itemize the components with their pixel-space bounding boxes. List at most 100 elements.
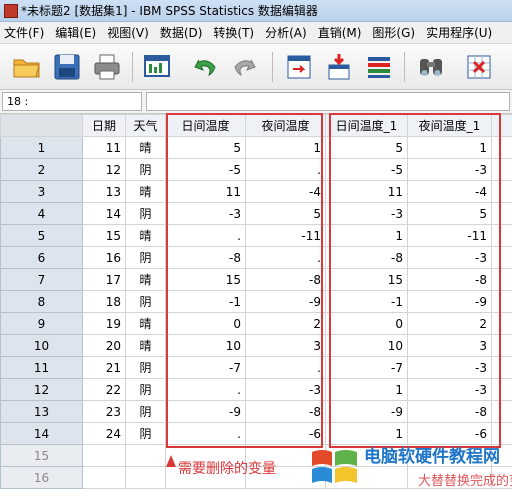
cell-empty[interactable] bbox=[491, 422, 512, 445]
save-button[interactable] bbox=[50, 50, 84, 84]
cell-date[interactable]: 19 bbox=[82, 312, 126, 335]
column-header[interactable]: 夜间温度_1 bbox=[407, 114, 492, 137]
cell-day-temp-1[interactable]: 5 bbox=[325, 136, 408, 159]
cell-date[interactable]: 23 bbox=[82, 400, 126, 423]
cell-night-temp-1[interactable]: -8 bbox=[407, 400, 492, 423]
column-header[interactable]: 日间温度_1 bbox=[325, 114, 408, 137]
cell-date[interactable]: 11 bbox=[82, 136, 126, 159]
cell-night-temp-1[interactable]: -3 bbox=[407, 356, 492, 379]
cell-day-temp[interactable]: 0 bbox=[165, 312, 246, 335]
redo-button[interactable] bbox=[228, 50, 262, 84]
column-header[interactable]: 夜间温度 bbox=[245, 114, 326, 137]
cell-date[interactable]: 15 bbox=[82, 224, 126, 247]
cell-day-temp-1[interactable]: 0 bbox=[325, 312, 408, 335]
cell-empty[interactable] bbox=[491, 268, 512, 291]
column-header[interactable]: 日期 bbox=[82, 114, 126, 137]
cell-empty[interactable] bbox=[491, 378, 512, 401]
cell-night-temp[interactable]: . bbox=[245, 158, 326, 181]
cell-empty[interactable] bbox=[491, 444, 512, 467]
row-header[interactable]: 1 bbox=[0, 136, 83, 159]
cell-empty[interactable] bbox=[491, 136, 512, 159]
cell-empty[interactable] bbox=[491, 246, 512, 269]
variables-button[interactable] bbox=[362, 50, 396, 84]
cell-empty[interactable] bbox=[491, 334, 512, 357]
insert-cases-button[interactable] bbox=[462, 50, 496, 84]
cell-night-temp[interactable]: -8 bbox=[245, 268, 326, 291]
cell-night-temp[interactable]: 3 bbox=[245, 334, 326, 357]
row-header[interactable]: 7 bbox=[0, 268, 83, 291]
cell-day-temp-1[interactable]: -9 bbox=[325, 400, 408, 423]
menu-data[interactable]: 数据(D) bbox=[160, 24, 203, 41]
cell-night-temp[interactable]: -6 bbox=[245, 422, 326, 445]
cell-night-temp[interactable]: -8 bbox=[245, 400, 326, 423]
cell-night-temp-1[interactable]: -11 bbox=[407, 224, 492, 247]
column-header-empty[interactable] bbox=[491, 114, 512, 137]
cell-weather[interactable]: 晴 bbox=[125, 136, 166, 159]
cell-day-temp[interactable]: 10 bbox=[165, 334, 246, 357]
menu-analyze[interactable]: 分析(A) bbox=[265, 24, 307, 41]
cell-day-temp-1[interactable]: -5 bbox=[325, 158, 408, 181]
row-header[interactable]: 12 bbox=[0, 378, 83, 401]
cell-day-temp[interactable]: -3 bbox=[165, 202, 246, 225]
row-header[interactable]: 14 bbox=[0, 422, 83, 445]
cell-weather[interactable]: 阴 bbox=[125, 400, 166, 423]
cell-day-temp-1[interactable]: 15 bbox=[325, 268, 408, 291]
cell-empty[interactable] bbox=[491, 158, 512, 181]
cell-weather[interactable]: 阴 bbox=[125, 356, 166, 379]
cell-day-temp[interactable]: 11 bbox=[165, 180, 246, 203]
cell-night-temp[interactable]: -4 bbox=[245, 180, 326, 203]
menu-utilities[interactable]: 实用程序(U) bbox=[426, 24, 492, 41]
cell-night-temp-1[interactable]: 3 bbox=[407, 334, 492, 357]
row-header[interactable]: 11 bbox=[0, 356, 83, 379]
cell-night-temp[interactable]: . bbox=[245, 356, 326, 379]
column-header[interactable]: 日间温度 bbox=[165, 114, 246, 137]
cell-date[interactable] bbox=[82, 466, 126, 489]
cell-weather[interactable]: 阴 bbox=[125, 422, 166, 445]
cell-weather[interactable]: 晴 bbox=[125, 312, 166, 335]
cell-weather[interactable]: 阴 bbox=[125, 378, 166, 401]
cell-day-temp[interactable]: . bbox=[165, 378, 246, 401]
cell-night-temp[interactable]: -3 bbox=[245, 378, 326, 401]
cell-day-temp-1[interactable]: -1 bbox=[325, 290, 408, 313]
cell-date[interactable]: 20 bbox=[82, 334, 126, 357]
cell-night-temp-1[interactable]: -6 bbox=[407, 422, 492, 445]
cell-night-temp[interactable]: 1 bbox=[245, 136, 326, 159]
cell-night-temp-1[interactable] bbox=[407, 466, 492, 489]
cell-weather[interactable]: 阴 bbox=[125, 290, 166, 313]
cell-date[interactable]: 22 bbox=[82, 378, 126, 401]
cell-weather[interactable]: 晴 bbox=[125, 268, 166, 291]
cell-date[interactable]: 14 bbox=[82, 202, 126, 225]
find-button[interactable] bbox=[414, 50, 448, 84]
row-header[interactable]: 9 bbox=[0, 312, 83, 335]
cell-weather[interactable] bbox=[125, 466, 166, 489]
menu-file[interactable]: 文件(F) bbox=[4, 24, 44, 41]
row-header[interactable]: 13 bbox=[0, 400, 83, 423]
cell-empty[interactable] bbox=[491, 202, 512, 225]
row-header[interactable]: 3 bbox=[0, 180, 83, 203]
cell-date[interactable]: 17 bbox=[82, 268, 126, 291]
menu-edit[interactable]: 编辑(E) bbox=[55, 24, 96, 41]
cell-weather[interactable]: 阴 bbox=[125, 246, 166, 269]
cell-night-temp-1[interactable] bbox=[407, 444, 492, 467]
cell-night-temp-1[interactable]: 1 bbox=[407, 136, 492, 159]
row-header[interactable]: 15 bbox=[0, 444, 83, 467]
cell-night-temp[interactable]: 5 bbox=[245, 202, 326, 225]
row-header[interactable]: 8 bbox=[0, 290, 83, 313]
cell-day-temp-1[interactable] bbox=[325, 444, 408, 467]
row-header[interactable]: 10 bbox=[0, 334, 83, 357]
cell-night-temp[interactable]: 2 bbox=[245, 312, 326, 335]
cell-night-temp-1[interactable]: -4 bbox=[407, 180, 492, 203]
row-header[interactable]: 6 bbox=[0, 246, 83, 269]
cell-empty[interactable] bbox=[491, 356, 512, 379]
menu-direct-marketing[interactable]: 直销(M) bbox=[318, 24, 362, 41]
column-header[interactable]: 天气 bbox=[125, 114, 166, 137]
cell-empty[interactable] bbox=[491, 224, 512, 247]
cell-weather[interactable]: 晴 bbox=[125, 334, 166, 357]
print-button[interactable] bbox=[90, 50, 124, 84]
open-button[interactable] bbox=[10, 50, 44, 84]
cell-night-temp-1[interactable]: 5 bbox=[407, 202, 492, 225]
cell-day-temp[interactable]: -9 bbox=[165, 400, 246, 423]
cell-date[interactable]: 16 bbox=[82, 246, 126, 269]
cell-day-temp[interactable]: -5 bbox=[165, 158, 246, 181]
cell-empty[interactable] bbox=[491, 312, 512, 335]
